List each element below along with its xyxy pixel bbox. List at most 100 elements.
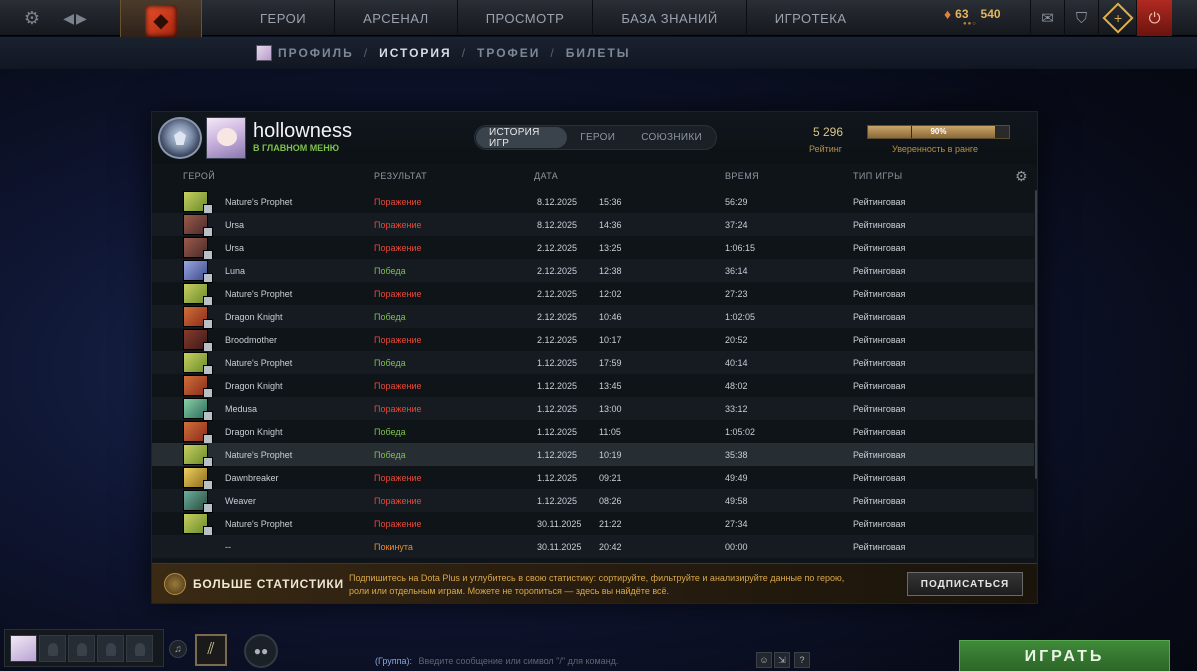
hero-name: Nature's Prophet — [225, 519, 293, 529]
game-type: Рейтинговая — [853, 542, 906, 552]
chat-expand-icon[interactable]: ⇲ — [774, 652, 790, 668]
match-duration: 27:23 — [725, 289, 748, 299]
back-forward-arrows-icon[interactable]: ◀▶ — [56, 0, 96, 36]
table-row[interactable]: Dragon Knight Победа 1.12.2025 11:05 1:05:02… — [152, 420, 1034, 444]
match-time: 10:46 — [599, 312, 622, 322]
col-hero[interactable]: ГЕРОЙ — [183, 171, 215, 181]
dota-plus-promo: БОЛЬШЕ СТАТИСТИКИ Подпишитесь на Dota Pl… — [152, 563, 1037, 603]
table-row[interactable]: Nature's Prophet Поражение 30.11.2025 21:22… — [152, 512, 1034, 536]
table-row[interactable]: Ursa Поражение 2.12.2025 13:25 1:06:15 Рейтин… — [152, 236, 1034, 260]
table-settings-gear-icon[interactable]: ⚙ — [1015, 168, 1028, 185]
match-duration: 33:12 — [725, 404, 748, 414]
match-time: 13:45 — [599, 381, 622, 391]
hero-portrait-icon — [183, 260, 213, 283]
party-slot-self-avatar[interactable] — [10, 635, 37, 662]
match-time: 15:36 — [599, 197, 622, 207]
match-time: 17:59 — [599, 358, 622, 368]
hero-name: Nature's Prophet — [225, 450, 293, 460]
emoji-icon[interactable]: ☺ — [756, 652, 772, 668]
col-duration[interactable]: ВРЕМЯ — [725, 171, 759, 181]
play-button[interactable]: ИГРАТЬ — [959, 640, 1170, 671]
match-date: 1.12.2025 — [537, 473, 578, 483]
subnav-tickets[interactable]: БИЛЕТЫ — [566, 46, 631, 60]
table-row[interactable]: Nature's Prophet Поражение 2.12.2025 12:02 2… — [152, 282, 1034, 306]
match-result: Поражение — [374, 381, 422, 391]
mail-icon[interactable]: ✉ — [1030, 0, 1064, 36]
main-nav: ГЕРОИ АРСЕНАЛ ПРОСМОТР БАЗА ЗНАНИЙ ИГРОТ… — [232, 0, 875, 36]
party-slots — [4, 629, 164, 667]
hero-name: Weaver — [225, 496, 256, 506]
table-row[interactable]: Broodmother Поражение 2.12.2025 10:17 20:52 Р… — [152, 328, 1034, 352]
nav-armory[interactable]: АРСЕНАЛ — [334, 0, 457, 36]
subnav-trophies[interactable]: ТРОФЕИ — [477, 46, 540, 60]
hero-name: Dragon Knight — [225, 427, 283, 437]
help-icon[interactable]: ? — [794, 652, 810, 668]
chat-input[interactable]: (Группа): Введите сообщение или символ "… — [375, 651, 815, 671]
table-row[interactable]: Dawnbreaker Поражение 1.12.2025 09:21 49:49 Р… — [152, 466, 1034, 490]
profile-header: hollowness В ГЛАВНОМ МЕНЮ ИСТОРИЯ ИГР ГЕ… — [152, 112, 1037, 164]
table-row[interactable]: Dragon Knight Поражение 1.12.2025 13:45 48:0… — [152, 374, 1034, 398]
table-row[interactable]: Nature's Prophet Победа 1.12.2025 10:19 35:3… — [152, 443, 1034, 467]
match-date: 30.11.2025 — [537, 542, 582, 552]
table-row[interactable]: Luna Победа 2.12.2025 12:38 36:14 Рейтинговая — [152, 259, 1034, 283]
table-row[interactable]: Weaver Поражение 1.12.2025 08:26 49:58 Рейтин… — [152, 489, 1034, 513]
match-duration: 48:02 — [725, 381, 748, 391]
table-row[interactable]: Nature's Prophet Победа 1.12.2025 17:59 40:1… — [152, 351, 1034, 375]
voice-headset-icon[interactable]: ♫ — [169, 640, 187, 658]
match-result: Победа — [374, 358, 406, 368]
table-row[interactable]: Nature's Prophet Поражение 8.12.2025 15:36 5… — [152, 190, 1034, 214]
match-result: Поражение — [374, 220, 422, 230]
match-time: 13:25 — [599, 243, 622, 253]
match-duration: 27:34 — [725, 519, 748, 529]
settings-gear-icon[interactable]: ⚙ — [14, 0, 50, 36]
avatar[interactable] — [206, 117, 246, 159]
hero-portrait-icon — [183, 467, 213, 490]
subscribe-button[interactable]: ПОДПИСАТЬСЯ — [907, 572, 1023, 596]
dota-plus-stats-icon — [164, 573, 186, 595]
table-row[interactable]: Dragon Knight Победа 2.12.2025 10:46 1:02:05… — [152, 305, 1034, 329]
col-date[interactable]: ДАТА — [534, 171, 558, 181]
rating-value: 5 296 — [813, 125, 844, 139]
rank-medal-icon[interactable] — [158, 117, 202, 159]
tab-allies[interactable]: СОЮЗНИКИ — [628, 127, 715, 148]
match-result: Победа — [374, 427, 406, 437]
party-slot-empty[interactable] — [68, 635, 95, 662]
currency-display[interactable]: ♦ 63 540 — [944, 6, 1001, 22]
nav-learn[interactable]: БАЗА ЗНАНИЙ — [592, 0, 745, 36]
hero-portrait-icon — [183, 306, 213, 329]
nav-heroes[interactable]: ГЕРОИ — [232, 0, 334, 36]
match-list: Nature's Prophet Поражение 8.12.2025 15:36 5… — [152, 190, 1034, 558]
tab-match-history[interactable]: ИСТОРИЯ ИГР — [476, 127, 568, 149]
hero-name: Nature's Prophet — [225, 358, 293, 368]
tab-heroes[interactable]: ГЕРОИ — [567, 127, 628, 148]
scrollbar[interactable] — [1035, 190, 1037, 479]
power-icon[interactable]: ⏻ — [1136, 0, 1172, 36]
nav-watch[interactable]: ПРОСМОТР — [456, 0, 593, 36]
table-row[interactable]: -- Покинута 30.11.2025 20:42 00:00 Рейтингова… — [152, 535, 1034, 558]
friends-icon[interactable]: ●● — [244, 634, 278, 668]
match-result: Поражение — [374, 473, 422, 483]
match-duration: 00:00 — [725, 542, 748, 552]
col-game-type[interactable]: ТИП ИГРЫ — [853, 171, 902, 181]
subnav-separator: / — [363, 46, 370, 60]
mini-avatar — [256, 45, 272, 61]
battle-pass-icon[interactable]: ⫽ — [195, 634, 227, 666]
dota-logo-button[interactable]: ◆ — [120, 0, 202, 42]
table-row[interactable]: Ursa Поражение 8.12.2025 14:36 37:24 Рейтинго… — [152, 213, 1034, 237]
match-time: 08:26 — [599, 496, 622, 506]
party-slot-empty[interactable] — [97, 635, 124, 662]
col-result[interactable]: РЕЗУЛЬТАТ — [374, 171, 427, 181]
hero-portrait-icon — [183, 490, 213, 513]
party-slot-empty[interactable] — [126, 635, 153, 662]
subnav-profile[interactable]: ПРОФИЛЬ — [278, 46, 354, 60]
subnav-history[interactable]: ИСТОРИЯ — [379, 46, 452, 60]
party-slot-empty[interactable] — [39, 635, 66, 662]
nav-arcade[interactable]: ИГРОТЕКА — [745, 0, 875, 36]
hero-portrait-icon — [183, 398, 213, 421]
dota-plus-icon[interactable]: + — [1098, 0, 1136, 36]
table-row[interactable]: Medusa Поражение 1.12.2025 13:00 33:12 Рейтин… — [152, 397, 1034, 421]
game-type: Рейтинговая — [853, 427, 906, 437]
shield-swords-icon[interactable]: ⛉ — [1064, 0, 1098, 36]
match-date: 2.12.2025 — [537, 312, 578, 322]
match-date: 2.12.2025 — [537, 335, 578, 345]
